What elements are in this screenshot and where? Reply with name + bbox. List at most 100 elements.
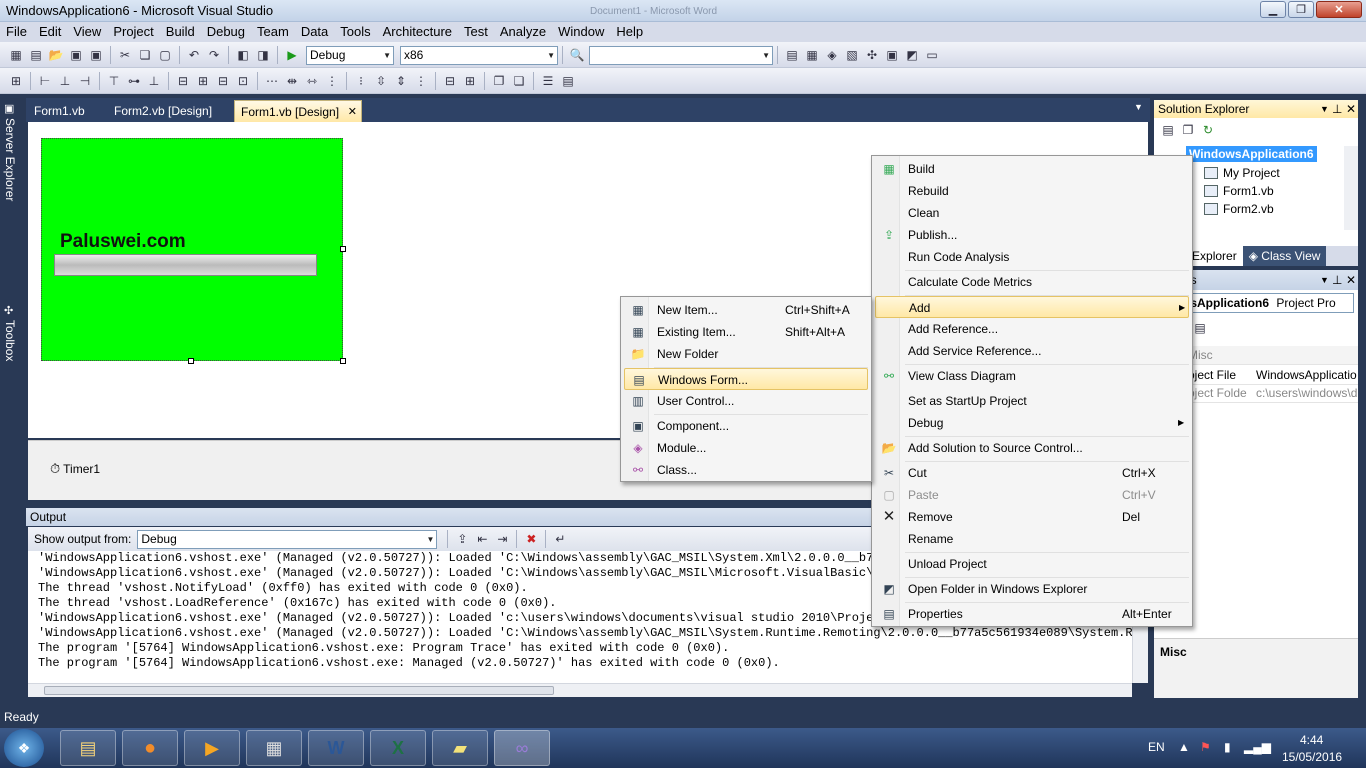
taskbar-sticky-notes[interactable]: ▰ — [432, 730, 488, 766]
menu-item-rename[interactable]: Rename — [875, 528, 1189, 550]
language-indicator[interactable]: EN — [1148, 740, 1165, 754]
taskbar-excel[interactable]: X — [370, 730, 426, 766]
align-middles-icon[interactable]: ⊶ — [126, 73, 142, 89]
properties-window-icon[interactable]: ▦ — [804, 47, 820, 63]
prev-message-icon[interactable]: ⇤ — [474, 531, 490, 547]
clock-time[interactable]: 4:44 — [1300, 733, 1323, 747]
make-same-size-icon[interactable]: ⊡ — [235, 73, 251, 89]
make-same-height-icon[interactable]: ⊟ — [215, 73, 231, 89]
timer1-component[interactable]: ⏱ Timer1 — [50, 461, 100, 477]
show-output-select[interactable]: Debug ▼ — [137, 529, 438, 549]
center-vertically-icon[interactable]: ⊞ — [462, 73, 478, 89]
save-all-icon[interactable]: ▣ — [88, 47, 104, 63]
menu-architecture[interactable]: Architecture — [377, 22, 458, 42]
bring-to-front-icon[interactable]: ❐ — [491, 73, 507, 89]
menu-item-build[interactable]: ▦ Build — [875, 158, 1189, 180]
menu-test[interactable]: Test — [458, 22, 494, 42]
decrease-v-spacing-icon[interactable]: ⇕ — [393, 73, 409, 89]
battery-icon[interactable]: ▮ — [1224, 740, 1231, 754]
show-hidden-icons[interactable]: ▲ — [1178, 740, 1190, 754]
vertical-spacing-icon[interactable]: ⁝ — [353, 73, 369, 89]
navigate-backward-icon[interactable]: ◧ — [235, 47, 251, 63]
tab-form1-design[interactable]: Form1.vb [Design] ✕ — [234, 100, 362, 122]
menu-item-component[interactable]: ▣ Component... — [624, 415, 868, 437]
tree-item-my-project[interactable]: My Project — [1204, 166, 1280, 180]
maximize-button[interactable]: ❐ — [1288, 1, 1314, 18]
extension-manager-icon[interactable]: ▣ — [884, 47, 900, 63]
taskbar-explorer[interactable]: ▤ — [60, 730, 116, 766]
make-same-width-icon[interactable]: ⊟ — [175, 73, 191, 89]
close-tab-icon[interactable]: ✕ — [348, 101, 357, 123]
new-project-icon[interactable]: ▦ — [8, 47, 24, 63]
window-position-icon[interactable]: ▼ — [1320, 270, 1329, 290]
menu-item-add[interactable]: Add ▶ — [875, 296, 1189, 318]
tools-icon[interactable]: ✣ — [864, 47, 880, 63]
increase-h-spacing-icon[interactable]: ⇹ — [284, 73, 300, 89]
menu-data[interactable]: Data — [295, 22, 334, 42]
solution-explorer-icon[interactable]: ▤ — [784, 47, 800, 63]
align-to-grid-icon[interactable]: ⊞ — [8, 73, 24, 89]
copy-icon[interactable]: ❏ — [137, 47, 153, 63]
taskbar-firefox[interactable]: ● — [122, 730, 178, 766]
navigate-forward-icon[interactable]: ◨ — [255, 47, 271, 63]
menu-item-calculate-metrics[interactable]: Calculate Code Metrics — [875, 271, 1189, 293]
resize-handle-right[interactable] — [340, 246, 346, 252]
clock-date[interactable]: 15/05/2016 — [1282, 750, 1342, 764]
command-window-icon[interactable]: ▭ — [924, 47, 940, 63]
menu-item-rebuild[interactable]: Rebuild — [875, 180, 1189, 202]
server-explorer-tab[interactable]: Server Explorer — [3, 118, 17, 201]
menu-item-unload[interactable]: Unload Project — [875, 553, 1189, 575]
find-in-files-icon[interactable]: 🔍 — [569, 47, 585, 63]
tab-class-view[interactable]: ◈ Class View — [1242, 246, 1327, 266]
menu-item-class[interactable]: ⚯ Class... — [624, 459, 868, 481]
find-combo[interactable]: ▼ — [589, 45, 773, 65]
progress-bar[interactable] — [54, 254, 317, 276]
horizontal-spacing-icon[interactable]: ⋯ — [264, 73, 280, 89]
center-horizontally-icon[interactable]: ⊟ — [442, 73, 458, 89]
menu-item-add-reference[interactable]: Add Reference... — [875, 318, 1189, 340]
menu-item-debug[interactable]: Debug ▶ — [875, 412, 1189, 434]
taskbar-word[interactable]: W — [308, 730, 364, 766]
show-all-files-icon[interactable]: ❐ — [1180, 122, 1196, 138]
menu-item-properties[interactable]: ▤ Properties Alt+Enter — [875, 603, 1189, 625]
scrollbar-thumb[interactable] — [44, 686, 554, 695]
pin-icon[interactable]: ⊥ — [1332, 100, 1342, 118]
form-label[interactable]: Paluswei.com — [60, 231, 186, 253]
close-button[interactable]: ✕ — [1316, 1, 1362, 18]
word-wrap-icon[interactable]: ↵ — [552, 531, 568, 547]
taskbar-visual-studio[interactable]: ∞ — [494, 730, 550, 766]
remove-h-spacing-icon[interactable]: ⋮ — [324, 73, 340, 89]
increase-v-spacing-icon[interactable]: ⇳ — [373, 73, 389, 89]
save-icon[interactable]: ▣ — [68, 47, 84, 63]
signal-icon[interactable]: ▂▄▆ — [1244, 740, 1271, 754]
undo-icon[interactable]: ↶ — [186, 47, 202, 63]
next-message-icon[interactable]: ⇥ — [494, 531, 510, 547]
menu-debug[interactable]: Debug — [201, 22, 251, 42]
se-vertical-scrollbar[interactable] — [1344, 146, 1358, 230]
menu-item-open-folder[interactable]: ◩ Open Folder in Windows Explorer — [875, 578, 1189, 600]
network-icon[interactable]: ⚑ — [1200, 740, 1211, 754]
menu-analyze[interactable]: Analyze — [494, 22, 552, 42]
tab-dropdown-icon[interactable]: ▼ — [1134, 102, 1143, 112]
resize-handle-bottom[interactable] — [188, 358, 194, 364]
menu-edit[interactable]: Edit — [33, 22, 67, 42]
window-position-icon[interactable]: ▼ — [1320, 100, 1329, 118]
start-button[interactable]: ❖ — [4, 729, 44, 767]
align-tops-icon[interactable]: ⊤ — [106, 73, 122, 89]
menu-team[interactable]: Team — [251, 22, 295, 42]
open-file-icon[interactable]: 📂 — [48, 47, 64, 63]
align-centers-icon[interactable]: ⊥ — [57, 73, 73, 89]
taskbar-calculator[interactable]: ▦ — [246, 730, 302, 766]
find-message-icon[interactable]: ⇪ — [454, 531, 470, 547]
paste-icon[interactable]: ▢ — [157, 47, 173, 63]
menu-item-cut[interactable]: ✂ Cut Ctrl+X — [875, 462, 1189, 484]
tree-item-form2[interactable]: Form2.vb — [1204, 202, 1274, 216]
menu-item-windows-form[interactable]: ▤ Windows Form... — [624, 368, 868, 390]
tab-order-icon[interactable]: ☰ — [540, 73, 556, 89]
start-page-icon[interactable]: ◩ — [904, 47, 920, 63]
solution-platform-select[interactable]: x86 ▼ — [400, 45, 558, 65]
minimize-button[interactable]: ▁ — [1260, 1, 1286, 18]
menu-file[interactable]: File — [0, 22, 33, 42]
tab-form1-vb[interactable]: Form1.vb — [28, 100, 91, 122]
menu-item-run-code-analysis[interactable]: Run Code Analysis — [875, 246, 1189, 268]
